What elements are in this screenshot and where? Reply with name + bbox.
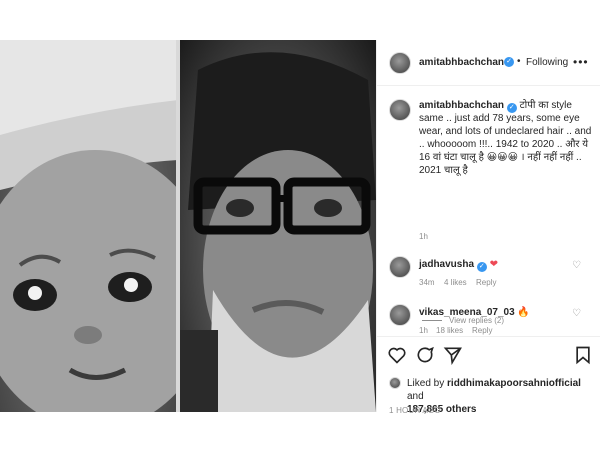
comment-reply-button[interactable]: Reply: [476, 278, 496, 287]
comment-verified-icon: ✓: [476, 262, 487, 272]
view-replies-button[interactable]: View replies (2): [449, 316, 504, 325]
comment-like-icon[interactable]: ♡: [572, 260, 581, 271]
comment-text: ❤: [489, 259, 498, 270]
share-icon[interactable]: [443, 345, 463, 365]
header-separator: •: [517, 56, 521, 67]
liked-by-and: and: [407, 391, 424, 402]
header-username[interactable]: amitabhbachchan: [419, 57, 504, 68]
comment-time: 1h: [419, 326, 428, 335]
action-bar: Liked by riddhimakapoorsahniofficial and…: [377, 336, 600, 415]
post-side-panel: amitabhbachchan ✓ • Following ••• amitab…: [376, 40, 600, 415]
like-heart-icon[interactable]: [387, 345, 407, 365]
comment-row: jadhavusha ✓ ❤: [419, 259, 498, 272]
liked-by-prefix: Liked by: [407, 378, 445, 389]
present-photo-drawing: [178, 52, 376, 412]
post-timestamp: 1 HOUR AGO: [389, 406, 441, 415]
save-bookmark-icon[interactable]: [573, 345, 593, 365]
comment-avatar[interactable]: [389, 304, 411, 326]
comment-avatar[interactable]: [389, 256, 411, 278]
caption-username[interactable]: amitabhbachchan: [419, 100, 504, 111]
comment-likes[interactable]: 4 likes: [444, 278, 467, 287]
comment-time: 34m: [419, 278, 435, 287]
image-divider: [176, 40, 180, 412]
liked-by-user[interactable]: riddhimakapoorsahniofficial: [447, 378, 581, 389]
comment-username[interactable]: jadhavusha: [419, 259, 474, 270]
caption-text: टोपी का style same .. just add 78 years,…: [419, 100, 592, 176]
comment-reply-button[interactable]: Reply: [472, 326, 492, 335]
post-header: amitabhbachchan ✓ • Following •••: [377, 40, 600, 86]
liked-by-avatar: [389, 377, 401, 389]
comments-area[interactable]: amitabhbachchan ✓ टोपी का style same .. …: [377, 86, 600, 336]
childhood-photo: [0, 40, 178, 412]
following-button[interactable]: Following: [526, 57, 568, 68]
view-replies-line: [422, 320, 442, 321]
caption-avatar[interactable]: [389, 99, 411, 121]
comment-likes[interactable]: 18 likes: [436, 326, 463, 335]
verified-badge-icon: ✓: [504, 57, 514, 67]
post-image[interactable]: [0, 40, 376, 412]
caption: amitabhbachchan ✓ टोपी का style same .. …: [419, 99, 597, 177]
caption-time: 1h: [419, 232, 428, 241]
comment-text: 🔥: [517, 307, 530, 318]
present-photo: [178, 40, 376, 412]
comment-like-icon[interactable]: ♡: [572, 308, 581, 319]
comment-icon[interactable]: [415, 345, 435, 365]
childhood-photo-drawing: [0, 40, 178, 412]
avatar[interactable]: [389, 52, 411, 74]
more-options-icon[interactable]: •••: [573, 55, 589, 69]
caption-verified-icon: ✓: [506, 103, 517, 113]
